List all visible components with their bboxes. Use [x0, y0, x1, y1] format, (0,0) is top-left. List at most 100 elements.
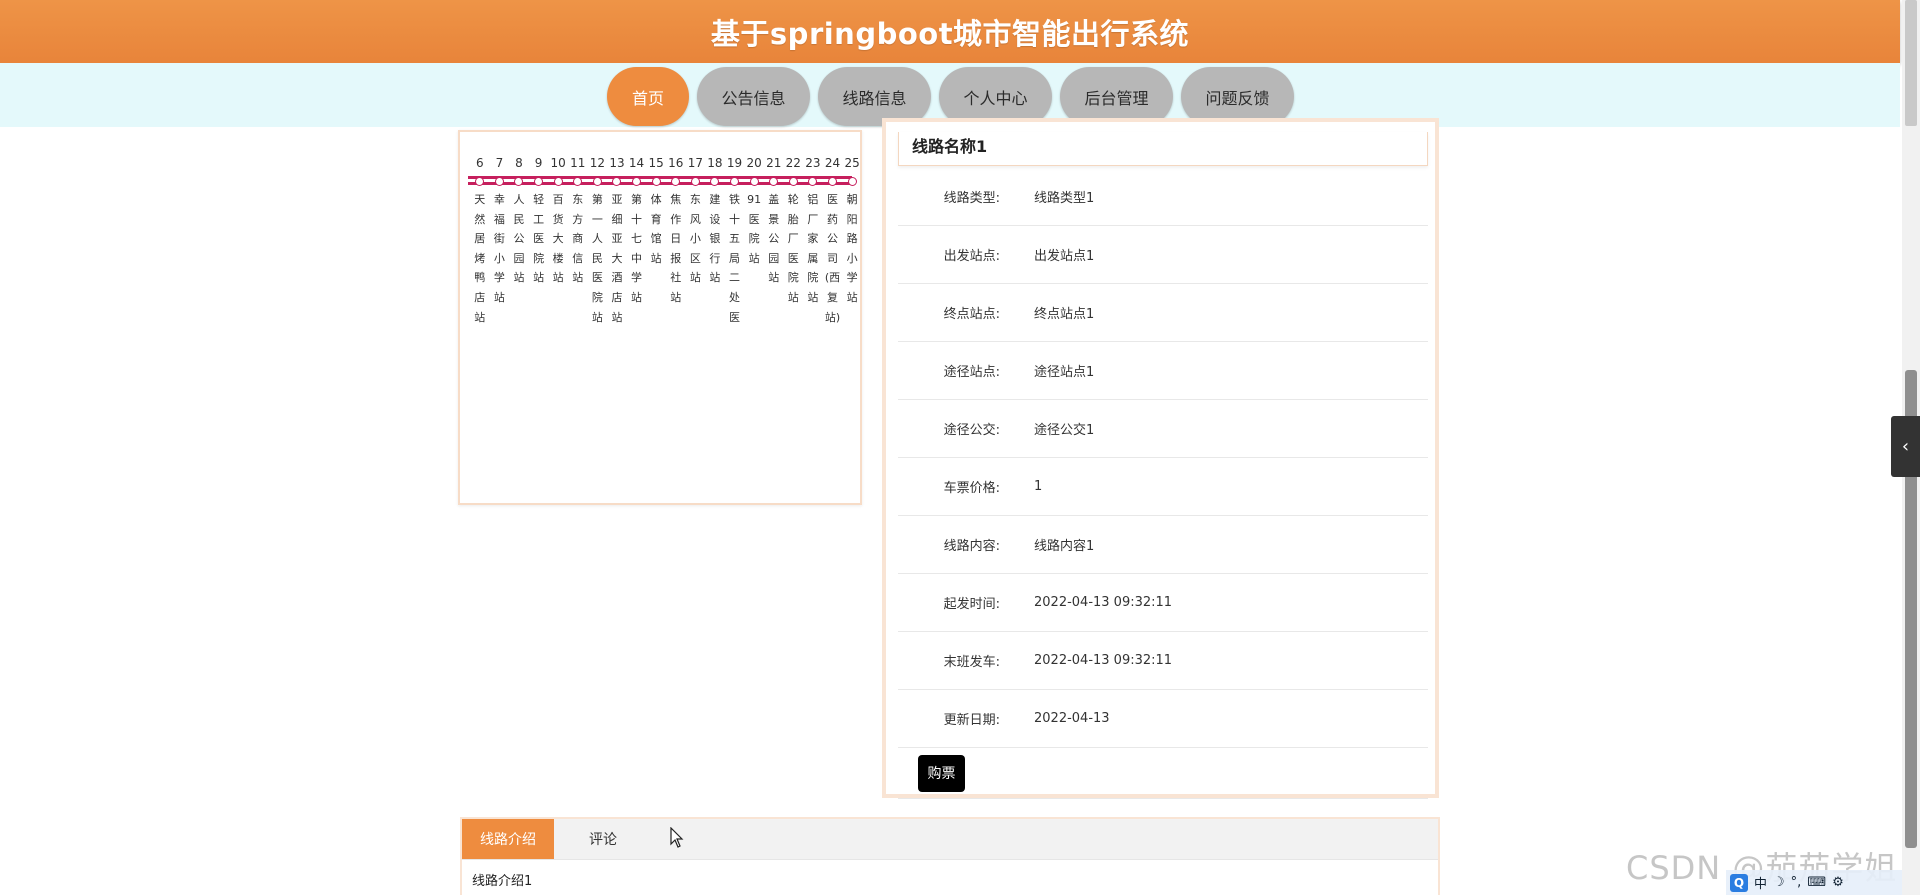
station-name[interactable]: 第十七中学站 [627, 190, 647, 308]
tab-content: 线路介绍1 [472, 874, 533, 889]
station-dot-marker [553, 177, 563, 186]
station-dot[interactable] [529, 177, 549, 186]
station-dot[interactable] [509, 177, 529, 186]
station-dot-marker [690, 177, 700, 186]
station-dot-marker [788, 177, 798, 186]
station-dot-marker [573, 177, 583, 186]
tab-route-intro[interactable]: 线路介绍 [462, 819, 554, 859]
detail-label: 线路内容: [943, 539, 1000, 554]
route-line [468, 176, 857, 186]
station-number: 17 [687, 156, 703, 170]
station-name[interactable]: 东风小区站 [686, 190, 706, 288]
station-dot[interactable] [607, 177, 627, 186]
station-dot[interactable] [842, 177, 862, 186]
ime-toolbar[interactable]: Q 中 ☽ °, ⌨ ⚙ [1726, 870, 1902, 895]
station-dot[interactable] [784, 177, 804, 186]
station-dot[interactable] [646, 177, 666, 186]
route-map: 6 7 8 9 10 11 12 13 14 15 16 17 18 19 20 21 22 23 24 25 天然居… [466, 138, 860, 497]
station-dot-marker [534, 177, 544, 186]
station-dot[interactable] [764, 177, 784, 186]
station-dot[interactable] [666, 177, 686, 186]
station-dot[interactable] [705, 177, 725, 186]
station-dot[interactable] [803, 177, 823, 186]
station-number: 25 [844, 156, 860, 170]
detail-value: 1 [1034, 479, 1043, 494]
nav-item-home[interactable]: 首页 [607, 67, 689, 126]
station-number: 16 [668, 156, 684, 170]
station-name[interactable]: 天然居烤鸭店站 [470, 190, 490, 327]
station-name[interactable]: 轻工医院站 [529, 190, 549, 288]
station-name[interactable]: 体育馆站 [646, 190, 666, 268]
nav-item-announcements[interactable]: 公告信息 [697, 67, 810, 126]
station-number: 22 [785, 156, 801, 170]
buy-row: 购票 [898, 748, 1428, 799]
station-dot[interactable] [627, 177, 647, 186]
station-number: 6 [475, 156, 484, 170]
ime-punctuation-icon[interactable]: °, [1791, 875, 1802, 890]
station-name[interactable]: 91医院站 [744, 190, 764, 268]
station-dot[interactable] [470, 177, 490, 186]
station-name[interactable]: 建设银行站 [705, 190, 725, 288]
station-number: 8 [515, 156, 523, 170]
station-name[interactable]: 幸福街小学站 [490, 190, 510, 308]
station-name[interactable]: 朝阳路小学站 [842, 190, 862, 308]
station-dot[interactable] [823, 177, 843, 186]
station-dot-marker [827, 177, 837, 186]
detail-label: 途径站点: [943, 365, 1000, 380]
ime-settings-icon[interactable]: ⚙ [1832, 875, 1844, 890]
top-header: 基于springboot城市智能出行系统 [0, 0, 1900, 63]
station-dot[interactable] [568, 177, 588, 186]
ime-moon-icon[interactable]: ☽ [1773, 875, 1785, 890]
station-number: 11 [570, 156, 586, 170]
scrollbar-track [1905, 0, 1917, 126]
station-dot-marker [514, 177, 524, 186]
route-details-panel: 线路名称1 线路类型: 线路类型1 出发站点: 出发站点1 终点站点: 终点站点… [882, 118, 1439, 799]
station-name[interactable]: 铝厂家属院站 [803, 190, 823, 308]
detail-label: 出发站点: [943, 249, 1000, 264]
station-number: 7 [495, 156, 504, 170]
station-dot[interactable] [686, 177, 706, 186]
station-dot-marker [632, 177, 642, 186]
buy-ticket-button[interactable]: 购票 [918, 754, 965, 792]
station-dot-marker [808, 177, 818, 186]
station-name[interactable]: 轮胎厂医院站 [784, 190, 804, 308]
station-dot-marker [730, 177, 740, 186]
detail-label: 车票价格: [943, 481, 1000, 496]
station-name[interactable]: 东方商信站 [568, 190, 588, 288]
detail-value: 出发站点1 [1034, 249, 1095, 264]
station-name[interactable]: 医药公司(西复站) [823, 190, 843, 327]
station-name-row: 天然居烤鸭店站 幸福街小学站 人民公园站 轻工医院站 百货大楼站 东方商信站 第一人民医院站… [470, 190, 862, 327]
site-title: 基于springboot城市智能出行系统 [710, 16, 1190, 51]
ime-language-toggle[interactable]: 中 [1754, 873, 1767, 892]
station-dot-marker [847, 177, 857, 186]
tabs-panel: 线路介绍 评论 线路介绍1 [460, 817, 1440, 895]
station-dot-marker [612, 177, 622, 186]
station-name[interactable]: 人民公园站 [509, 190, 529, 288]
station-name[interactable]: 焦作日报社站 [666, 190, 686, 308]
station-dot[interactable] [490, 177, 510, 186]
detail-label: 起发时间: [943, 597, 1000, 612]
detail-value: 2022-04-13 09:32:11 [1034, 653, 1173, 668]
station-dot[interactable] [725, 177, 745, 186]
detail-value: 线路类型1 [1034, 191, 1095, 206]
tab-comments[interactable]: 评论 [554, 819, 652, 859]
ime-keyboard-icon[interactable]: ⌨ [1807, 875, 1826, 890]
station-dot[interactable] [548, 177, 568, 186]
station-name[interactable]: 亚细亚大酒店站 [607, 190, 627, 327]
station-name[interactable]: 第一人民医院站 [588, 190, 608, 327]
station-dot[interactable] [588, 177, 608, 186]
detail-value: 2022-04-13 09:32:11 [1034, 595, 1173, 610]
station-name[interactable]: 铁十五局二处医 [725, 190, 745, 327]
station-name[interactable]: 盖景公园站 [764, 190, 784, 288]
station-number: 19 [726, 156, 743, 170]
station-dot-marker [769, 177, 779, 186]
station-dot-marker [710, 177, 720, 186]
station-dot[interactable] [744, 177, 764, 186]
detail-label: 末班发车: [943, 655, 1000, 670]
station-name[interactable]: 百货大楼站 [548, 190, 568, 288]
station-number: 12 [589, 156, 605, 170]
side-panel-toggle[interactable]: ‹ [1891, 416, 1920, 477]
station-number: 15 [648, 156, 664, 170]
detail-row-route-content: 线路内容: 线路内容1 [898, 516, 1428, 574]
detail-rows: 线路类型: 线路类型1 出发站点: 出发站点1 终点站点: 终点站点1 途径站点… [898, 168, 1428, 799]
